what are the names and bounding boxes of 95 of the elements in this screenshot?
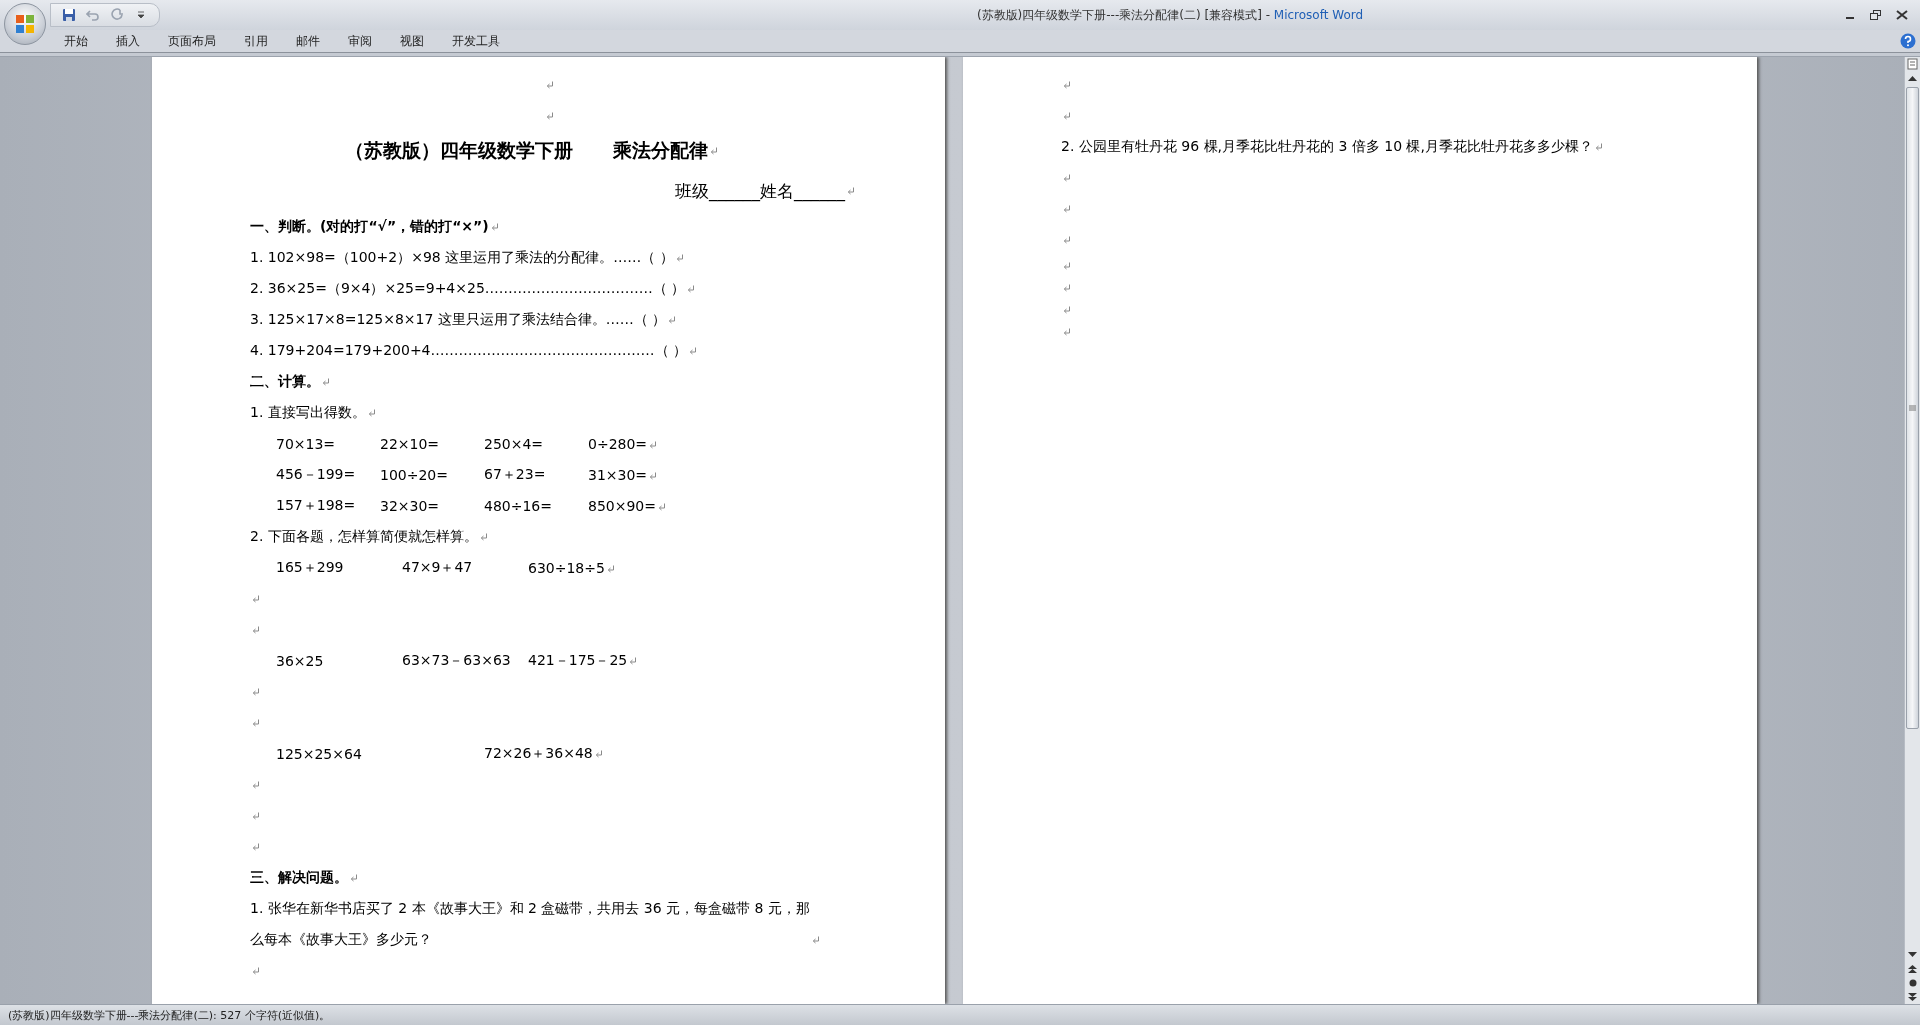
help-icon[interactable] xyxy=(1900,33,1916,49)
paragraph-mark-icon xyxy=(1063,204,1071,213)
paragraph-mark-icon xyxy=(675,253,684,262)
ribbon-tab[interactable]: 视图 xyxy=(386,30,438,52)
expression-text: 0÷280= xyxy=(588,435,648,452)
expression-text: 165＋299 xyxy=(276,558,344,575)
ribbon-tab[interactable]: 审阅 xyxy=(334,30,386,52)
section-heading: 二、计算。 xyxy=(250,372,320,391)
paragraph-mark-icon xyxy=(606,564,615,573)
paragraph-mark-icon xyxy=(252,780,260,789)
paragraph-mark-icon xyxy=(1063,328,1071,336)
document-title: 乘法分配律 xyxy=(612,138,708,163)
paragraph-mark-icon xyxy=(649,440,658,449)
expression-text: 22×10= xyxy=(380,435,440,452)
paragraph-mark-icon xyxy=(252,811,260,820)
expression-text: 36×25 xyxy=(276,652,324,669)
ribbon-tab[interactable]: 开始 xyxy=(50,30,102,52)
question-text: 2. 下面各题，怎样算简便就怎样算。 xyxy=(250,527,478,546)
expression-text: 421－175－25 xyxy=(528,651,628,668)
paragraph-mark-icon xyxy=(629,656,638,665)
question-text: 1. 张华在新华书店买了 2 本《故事大王》和 2 盒磁带，共用去 36 元，每盒磁带 8 元，那么每本《故事大王》多少元？ xyxy=(250,899,810,949)
paragraph-mark-icon xyxy=(1063,80,1071,89)
scroll-down-icon[interactable] xyxy=(1908,952,1917,958)
expression-text: 70×13= xyxy=(276,435,336,452)
next-page-button[interactable] xyxy=(1906,990,1919,1004)
ribbon-tab[interactable]: 页面布局 xyxy=(154,30,230,52)
paragraph-mark-icon xyxy=(689,346,697,355)
scroll-up-icon[interactable] xyxy=(1908,75,1917,81)
ribbon-tab[interactable]: 开发工具 xyxy=(438,30,514,52)
expression-text: 31×30= xyxy=(588,466,648,483)
paragraph-mark-icon xyxy=(1063,284,1071,292)
expression-text: 630÷18÷5 xyxy=(528,559,605,576)
paragraph-mark-icon xyxy=(350,873,358,882)
expression-text: 63×73－63×63 xyxy=(402,651,511,668)
paragraph-mark-icon xyxy=(1063,306,1071,314)
paragraph-mark-icon xyxy=(649,471,658,480)
section-heading: 一、判断。(对的打“√”，错的打“×”) xyxy=(250,217,489,236)
document-title: （苏教版）四年级数学下册 xyxy=(344,138,573,163)
restore-icon[interactable] xyxy=(1870,10,1882,20)
paragraph-mark-icon xyxy=(668,315,677,324)
question-text: 1. 102×98=（100+2）×98 这里运用了乘法的分配律。……（ ） xyxy=(250,248,674,267)
paragraph-mark-icon xyxy=(812,936,820,944)
question-text: 3. 125×17×8=125×8×17 这里只运用了乘法结合律。……（ ） xyxy=(250,310,667,329)
paragraph-mark-icon xyxy=(709,147,718,155)
paragraph-mark-icon xyxy=(1063,235,1071,244)
class-name-line: 班级______姓名______ xyxy=(675,179,845,203)
expression-text: 850×90= xyxy=(588,497,656,514)
paragraph-mark-icon xyxy=(479,532,488,541)
paragraph-mark-icon xyxy=(545,80,554,89)
question-text: 1. 直接写出得数。 xyxy=(250,403,366,422)
close-icon[interactable] xyxy=(1896,10,1908,20)
status-text: (苏教版)四年级数学下册---乘法分配律(二): 527 个字符(近似值)。 xyxy=(8,1007,331,1023)
paragraph-mark-icon xyxy=(252,594,260,603)
paragraph-mark-icon xyxy=(1063,111,1071,120)
paragraph-mark-icon xyxy=(1063,173,1071,182)
paragraph-mark-icon xyxy=(367,408,376,417)
paragraph-mark-icon xyxy=(687,284,696,293)
paragraph-mark-icon xyxy=(658,502,666,511)
question-text: 2. 36×25=（9×4）×25=9+4×25………………………………（ ） xyxy=(250,279,686,298)
paragraph-mark-icon xyxy=(847,187,855,195)
paragraph-mark-icon xyxy=(1594,142,1603,151)
paragraph-mark-icon xyxy=(252,687,260,696)
previous-page-button[interactable] xyxy=(1906,962,1919,976)
expression-text: 157＋198= xyxy=(276,496,356,513)
app-name: Microsoft Word xyxy=(1273,7,1364,22)
expression-text: 32×30= xyxy=(380,497,440,514)
expression-text: 456－199= xyxy=(276,465,356,482)
four-squares-logo-icon xyxy=(14,13,36,35)
paragraph-mark-icon xyxy=(594,749,603,758)
expression-text: 480÷16= xyxy=(484,497,552,514)
question-text: 4. 179+204=179+200+4…………………………………………（ ） xyxy=(250,341,687,360)
paragraph-mark-icon xyxy=(490,222,499,231)
paragraph-mark-icon xyxy=(252,718,260,727)
paragraph-mark-icon xyxy=(545,111,554,120)
expression-text: 100÷20= xyxy=(380,466,448,483)
paragraph-mark-icon xyxy=(322,377,330,386)
expression-text: 250×4= xyxy=(484,435,544,452)
scrollbar-thumb[interactable] xyxy=(1906,87,1919,729)
window-title: (苏教版)四年级数学下册---乘法分配律(二) [兼容模式] - xyxy=(976,7,1271,22)
paragraph-mark-icon xyxy=(252,842,260,851)
expression-text: 72×26＋36×48 xyxy=(484,744,593,761)
paragraph-mark-icon xyxy=(252,625,260,634)
ribbon-tab[interactable]: 插入 xyxy=(102,30,154,52)
office-button[interactable] xyxy=(4,3,46,45)
expression-text: 125×25×64 xyxy=(276,745,362,762)
question-text: 2. 公园里有牡丹花 96 棵,月季花比牡丹花的 3 倍多 10 棵,月季花比牡丹花多多少棵？ xyxy=(1061,137,1593,156)
customize-dropdown-icon[interactable] xyxy=(137,11,145,19)
paragraph-mark-icon xyxy=(252,966,260,975)
expression-text: 67＋23= xyxy=(484,465,546,482)
expression-text: 47×9＋47 xyxy=(402,558,473,575)
paragraph-mark-icon xyxy=(1063,262,1071,270)
ribbon-tab[interactable]: 邮件 xyxy=(282,30,334,52)
ruler-toggle-icon[interactable] xyxy=(1906,57,1919,71)
ribbon-tab[interactable]: 引用 xyxy=(230,30,282,52)
section-heading: 三、解决问题。 xyxy=(250,868,348,887)
